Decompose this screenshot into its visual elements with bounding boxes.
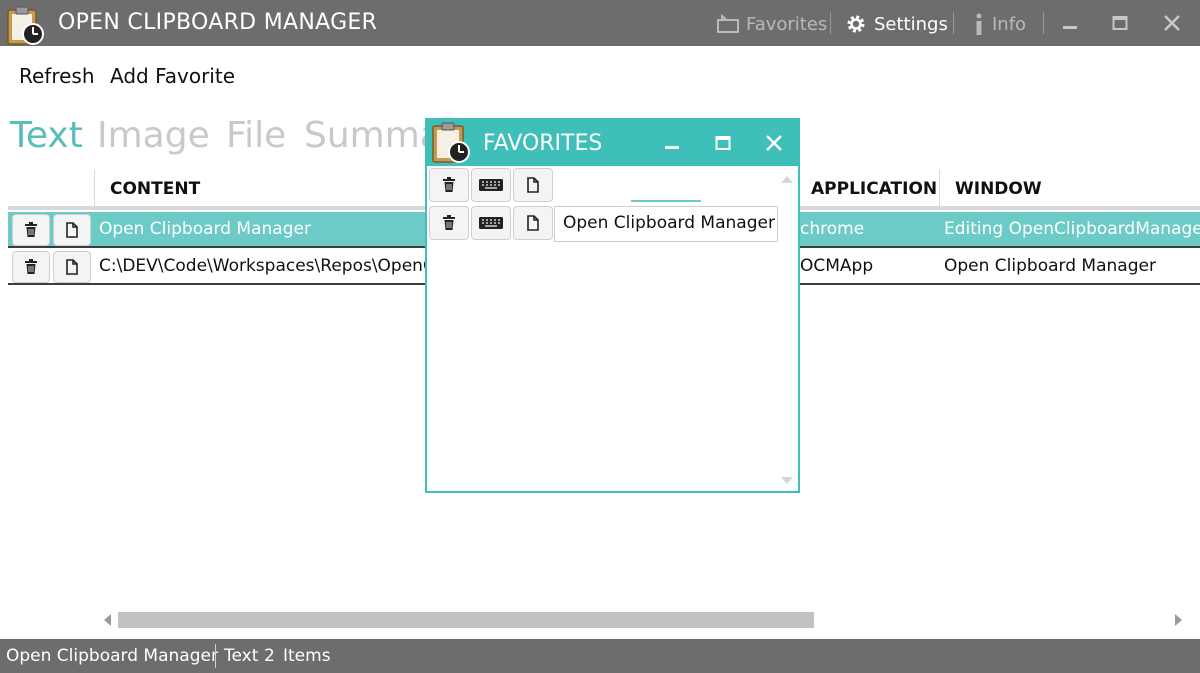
cell-application: chrome (800, 219, 865, 239)
status-app-name: Open Clipboard Manager (6, 646, 218, 666)
favorites-label: Favorites (746, 13, 828, 35)
column-divider[interactable] (939, 170, 940, 208)
tab-image[interactable]: Image (97, 115, 210, 156)
favorite-delete-button[interactable] (429, 168, 469, 202)
favorites-title: FAVORITES (483, 131, 603, 156)
app-title: OPEN CLIPBOARD MANAGER (58, 10, 378, 35)
status-bar: Open Clipboard Manager Text 2 Items (0, 639, 1200, 673)
status-items-label: Items (283, 646, 331, 666)
favorite-copy-button[interactable] (513, 168, 553, 202)
maximize-icon (1112, 16, 1128, 30)
column-divider[interactable] (94, 170, 95, 208)
maximize-icon (715, 136, 731, 150)
column-header-window[interactable]: WINDOW (955, 179, 1042, 199)
tab-text[interactable]: Text (10, 115, 83, 156)
add-favorite-button[interactable]: Add Favorite (110, 64, 235, 88)
info-icon (976, 13, 982, 35)
keyboard-icon (479, 217, 503, 229)
favorites-minimize-button[interactable] (658, 129, 686, 157)
delete-button[interactable] (12, 251, 50, 283)
favorites-button[interactable]: Favorites (716, 10, 827, 38)
favorite-copy-button[interactable] (513, 206, 553, 240)
cell-content: Open Clipboard Manager (99, 219, 311, 239)
favorites-title-bar[interactable]: FAVORITES (427, 120, 798, 166)
horizontal-scrollbar[interactable] (0, 605, 1200, 635)
trash-icon (443, 215, 455, 230)
favorites-icon (717, 14, 739, 33)
divider (953, 12, 954, 34)
info-button[interactable]: Info (972, 10, 1026, 38)
copy-icon (527, 215, 539, 231)
info-label: Info (992, 13, 1027, 35)
minimize-icon (1063, 26, 1077, 29)
cell-window: Open Clipboard Manager (944, 256, 1156, 276)
copy-icon (527, 177, 539, 193)
clipboard-clock-icon (7, 6, 44, 45)
close-icon (766, 135, 782, 151)
cell-content: C:\DEV\Code\Workspaces\Repos\OpenCl (99, 256, 429, 276)
favorites-window: FAVORITES Open Clipboard Manager (425, 118, 800, 493)
title-bar: OPEN CLIPBOARD MANAGER Favorites Setting… (0, 0, 1200, 46)
tab-file[interactable]: File (226, 115, 286, 156)
copy-icon (66, 222, 78, 238)
status-divider (215, 644, 216, 668)
favorite-image-thumbnail[interactable] (631, 166, 701, 202)
favorite-hotkey-button[interactable] (471, 168, 511, 202)
favorite-hotkey-button[interactable] (471, 206, 511, 240)
status-count: 2 (264, 646, 275, 666)
favorite-text-field[interactable]: Open Clipboard Manager (554, 206, 778, 242)
close-button[interactable] (1157, 8, 1187, 38)
tab-summary[interactable]: Summa (304, 115, 442, 156)
settings-label: Settings (874, 13, 948, 35)
clipboard-clock-icon (432, 122, 470, 163)
scroll-right-icon[interactable] (1170, 612, 1186, 628)
minimize-button[interactable] (1055, 8, 1085, 38)
delete-button[interactable] (12, 214, 50, 246)
cell-application: OCMApp (800, 256, 874, 276)
favorites-close-button[interactable] (760, 129, 788, 157)
close-icon (1164, 15, 1180, 31)
trash-icon (443, 177, 455, 192)
column-header-content[interactable]: CONTENT (110, 179, 200, 199)
trash-icon (25, 222, 37, 237)
scroll-down-icon[interactable] (780, 476, 794, 486)
divider (1043, 12, 1044, 34)
scrollbar-thumb[interactable] (118, 612, 814, 628)
refresh-button[interactable]: Refresh (19, 64, 95, 88)
column-header-application[interactable]: APPLICATION (811, 179, 937, 199)
maximize-button[interactable] (1105, 8, 1135, 38)
cell-window: Editing OpenClipboardManage (944, 219, 1200, 239)
minimize-icon (665, 146, 679, 149)
scroll-left-icon[interactable] (100, 612, 116, 628)
copy-button[interactable] (53, 214, 91, 246)
trash-icon (25, 259, 37, 274)
scroll-up-icon[interactable] (780, 174, 794, 184)
favorite-delete-button[interactable] (429, 206, 469, 240)
status-type: Text (224, 646, 259, 666)
favorites-maximize-button[interactable] (709, 129, 737, 157)
divider (830, 12, 831, 34)
copy-button[interactable] (53, 251, 91, 283)
copy-icon (66, 259, 78, 275)
gear-icon (847, 15, 865, 33)
keyboard-icon (479, 179, 503, 191)
settings-button[interactable]: Settings (844, 10, 948, 38)
